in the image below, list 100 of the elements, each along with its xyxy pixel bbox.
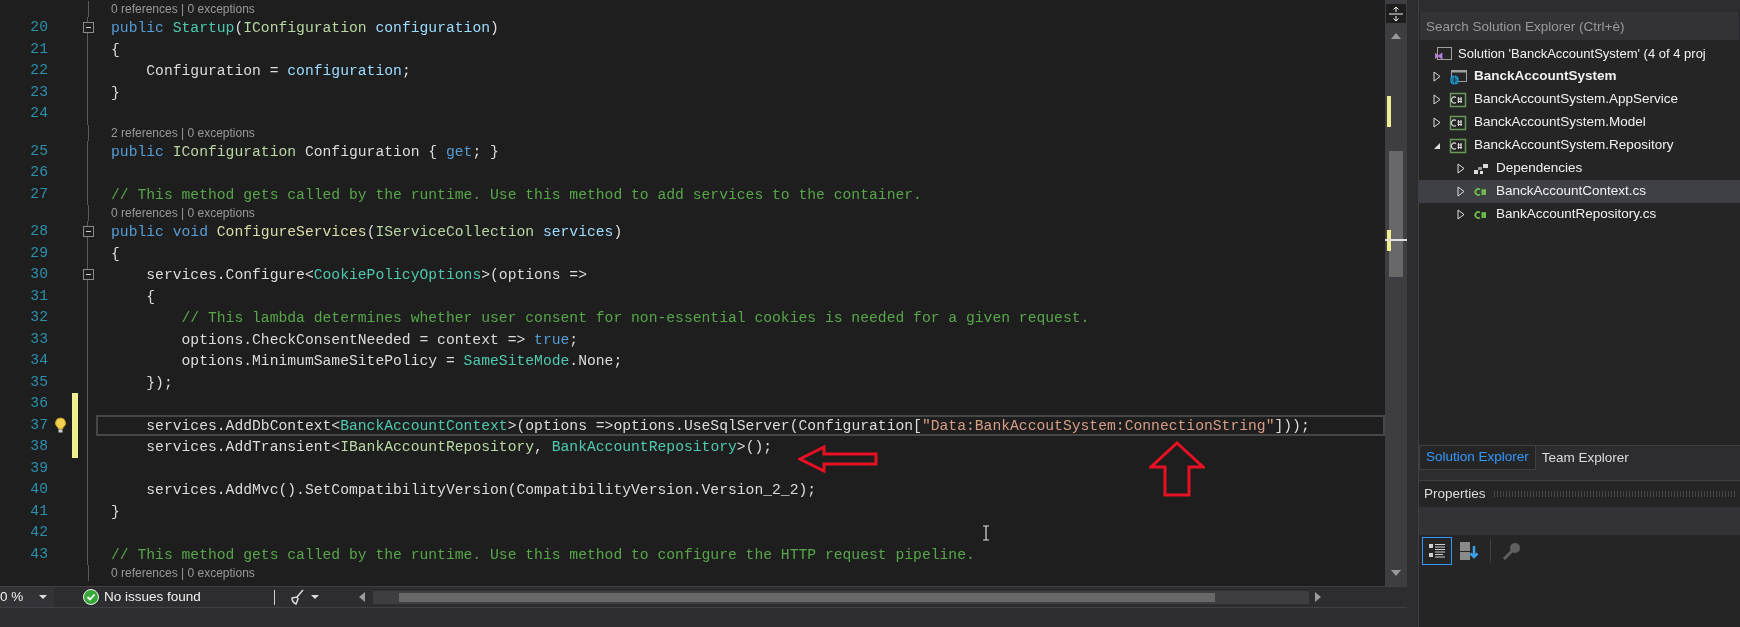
split-window-icon[interactable] <box>1386 4 1406 23</box>
collapse-icon[interactable] <box>82 269 94 281</box>
panel-title: Properties <box>1424 484 1486 503</box>
status-text: No issues found <box>104 587 201 606</box>
code-line[interactable]: } <box>96 81 1385 103</box>
caret-icon <box>39 595 47 599</box>
line-number: 40 <box>29 480 48 499</box>
tree-item-label[interactable]: Solution 'BanckAccountSystem' (4 of 4 proj <box>1458 43 1706 64</box>
key-icon <box>1502 541 1522 561</box>
brush-icon[interactable] <box>288 589 305 605</box>
collapsed-arrow-icon[interactable] <box>1457 163 1465 174</box>
line-number: 26 <box>29 163 48 182</box>
code-line[interactable]: }); <box>96 371 1385 393</box>
categorized-list-icon <box>1428 542 1446 560</box>
web-project-icon <box>1449 68 1467 85</box>
horizontal-scrollbar[interactable] <box>372 590 1309 604</box>
code-line[interactable]: options.MinimumSameSitePolicy = SameSiteMode.None; <box>96 350 1385 372</box>
collapsed-arrow-icon[interactable] <box>1433 71 1441 82</box>
scroll-up-icon[interactable] <box>1391 33 1401 39</box>
dependencies-icon <box>1473 162 1489 175</box>
vertical-scrollbar[interactable] <box>1385 0 1407 586</box>
line-number: 22 <box>29 61 48 80</box>
line-number: 30 <box>29 265 48 284</box>
tree-item-label: BanckAccountSystem.Model <box>1474 113 1646 132</box>
line-number: 35 <box>29 372 48 392</box>
search-field[interactable]: Search Solution Explorer (Ctrl+è) <box>1420 12 1739 40</box>
expanded-arrow-icon[interactable] <box>1433 141 1441 150</box>
code-line[interactable]: Configuration = configuration; <box>96 60 1385 82</box>
csharp-file-icon <box>1473 208 1489 221</box>
categorized-view-button[interactable] <box>1422 537 1452 565</box>
csharp-project-icon <box>1449 114 1467 131</box>
line-number: 31 <box>29 286 48 306</box>
line-number: 39 <box>29 458 48 478</box>
tree-item-label: BanckAccountContext.cs <box>1496 182 1647 201</box>
code-line[interactable]: services.AddTransient<IBankAccountRepository, BankAccountRepository>(); <box>96 436 1385 458</box>
collapsed-arrow-icon[interactable] <box>1457 209 1465 220</box>
csharp-project-icon <box>1449 91 1467 108</box>
code-line[interactable]: public IConfiguration Configuration { get; } <box>96 140 1385 162</box>
code-line[interactable]: } <box>96 500 1385 522</box>
code-line[interactable]: { <box>96 38 1385 60</box>
panel-tab[interactable]: Team Explorer <box>1535 446 1635 470</box>
collapsed-arrow-icon[interactable] <box>1433 94 1441 105</box>
tree-item[interactable]: BanckAccountSystem.Repository <box>1419 134 1740 157</box>
line-number: 34 <box>29 351 48 370</box>
collapse-icon[interactable] <box>82 22 94 34</box>
scroll-down-icon[interactable] <box>1391 570 1401 576</box>
lightbulb-icon[interactable] <box>53 416 67 434</box>
codelens-text[interactable]: 2 references | 0 exceptions <box>111 124 255 141</box>
collapsed-arrow-icon[interactable] <box>1457 186 1465 197</box>
line-number: 42 <box>29 523 48 542</box>
change-marker <box>1387 96 1391 127</box>
up-arrow-annotation <box>1149 441 1205 497</box>
zoom-dropdown[interactable]: 0 % <box>0 587 54 607</box>
tree-item[interactable]: BanckAccountSystem <box>1419 65 1740 88</box>
text-cursor-icon <box>982 525 990 541</box>
code-line[interactable]: options.CheckConsentNeeded = context => true; <box>96 328 1385 350</box>
csharp-project-icon <box>1449 137 1467 154</box>
line-number: 29 <box>29 243 48 263</box>
tree-item[interactable]: BanckAccountContext.cs <box>1419 180 1740 203</box>
tree-item-label: BanckAccountSystem.AppService <box>1474 90 1679 109</box>
tree-item[interactable]: Dependencies <box>1419 157 1740 180</box>
line-number: 36 <box>29 394 48 413</box>
codelens-text[interactable]: 0 references | 0 exceptions <box>111 1 255 17</box>
code-line[interactable]: { <box>96 285 1385 307</box>
line-number: 32 <box>29 308 48 327</box>
tree-item[interactable]: BanckAccountSystem.Model <box>1419 111 1740 134</box>
tree-item-label: BankAccountRepository.cs <box>1496 205 1657 224</box>
collapse-icon[interactable] <box>82 226 94 238</box>
caret-icon[interactable] <box>310 595 319 599</box>
code-line[interactable]: services.Configure<CookiePolicyOptions>(options => <box>96 264 1385 286</box>
line-number: 38 <box>29 437 48 456</box>
scroll-right-icon[interactable] <box>1314 592 1321 602</box>
caret-position-marker <box>1385 239 1407 241</box>
scroll-left-icon[interactable] <box>358 592 365 602</box>
check-icon <box>83 589 99 605</box>
scrollbar-thumb[interactable] <box>398 592 1215 602</box>
code-line[interactable]: services.AddMvc().SetCompatibilityVersion(CompatibilityVersion.Version_2_2); <box>96 479 1385 501</box>
codelens-text[interactable]: 0 references | 0 exceptions <box>111 565 255 581</box>
csharp-file-icon <box>1473 185 1489 198</box>
code-line[interactable]: public Startup(IConfiguration configuration) <box>96 17 1385 39</box>
tree-item[interactable]: BankAccountRepository.cs <box>1419 203 1740 226</box>
line-number: 43 <box>29 544 48 564</box>
panel-tab[interactable]: Solution Explorer <box>1419 446 1536 470</box>
solution-icon <box>1434 45 1452 62</box>
code-line[interactable]: // This method gets called by the runtime. Use this method to add services to the container. <box>96 183 1385 205</box>
code-line[interactable]: // This method gets called by the runtime. Use this method to configure the HTTP request pipeline. <box>96 543 1385 565</box>
line-number: 37 <box>29 415 48 435</box>
code-line[interactable]: { <box>96 242 1385 264</box>
change-marker <box>1387 230 1391 251</box>
code-line[interactable]: public void ConfigureServices(IServiceCollection services) <box>96 221 1385 243</box>
line-number: 23 <box>29 82 48 102</box>
line-number: 25 <box>29 141 48 161</box>
scrollbar-thumb[interactable] <box>1389 151 1403 277</box>
line-number: 33 <box>29 329 48 349</box>
codelens-text[interactable]: 0 references | 0 exceptions <box>111 205 255 221</box>
code-line[interactable]: // This lambda determines whether user consent for non-essential cookies is needed for a given request. <box>96 307 1385 329</box>
line-number: 20 <box>29 18 48 37</box>
tree-item[interactable]: BanckAccountSystem.AppService <box>1419 88 1740 111</box>
collapsed-arrow-icon[interactable] <box>1433 117 1441 128</box>
line-number: 28 <box>29 222 48 241</box>
